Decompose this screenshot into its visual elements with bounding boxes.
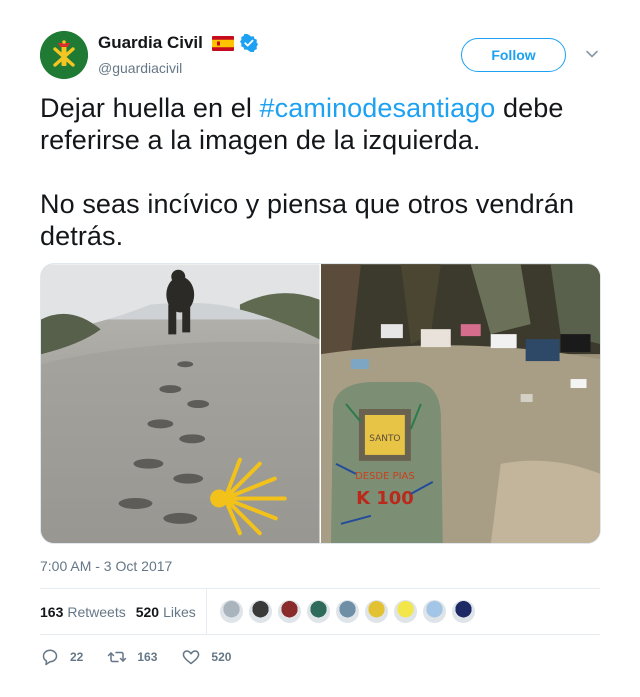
retweets-count: 163 [40, 603, 64, 620]
guardia-civil-avatar[interactable] [40, 31, 88, 79]
tweet-actions: 22 163 520 [40, 646, 255, 668]
follow-button[interactable]: Follow [461, 38, 566, 72]
retweet-action[interactable]: 163 [107, 647, 157, 667]
reply-action[interactable]: 22 [40, 647, 83, 667]
liker-avatar[interactable] [218, 599, 244, 624]
display-name[interactable]: Guardia Civil [98, 33, 203, 53]
liker-avatar[interactable] [276, 599, 302, 624]
tweet-text: Dejar huella en el #caminodesantiago deb… [40, 92, 600, 252]
tweet-paragraph-1: Dejar huella en el #caminodesantiago deb… [40, 92, 600, 156]
hashtag-link[interactable]: #caminodesantiago [260, 93, 496, 123]
liker-avatar[interactable] [363, 599, 389, 624]
tweet-media[interactable]: SANTO DESDE PIAS K 100 [40, 263, 601, 544]
liker-avatar[interactable] [334, 599, 360, 624]
retweets-label: Retweets [67, 603, 126, 620]
footprints-in-sand-image[interactable] [41, 264, 321, 544]
divider-bottom [40, 634, 600, 635]
svg-text:K 100: K 100 [356, 488, 414, 509]
retweet-icon [108, 651, 127, 663]
likes-count: 520 [135, 603, 160, 620]
littered-camino-marker-image[interactable]: SANTO DESDE PIAS K 100 [320, 264, 601, 544]
retweets-stat[interactable]: 163 Retweets [40, 604, 126, 620]
retweet-count: 163 [137, 650, 158, 664]
stats-separator [205, 589, 207, 634]
liker-avatar[interactable] [450, 599, 476, 624]
reply-icon [42, 649, 58, 666]
account-handle[interactable]: @guardiacivil [98, 60, 182, 76]
name-row: Guardia Civil [98, 33, 258, 53]
heart-icon [183, 650, 200, 665]
tweet-paragraph-2: No seas incívico y piensa que otros vend… [40, 189, 575, 251]
likes-label: Likes [163, 603, 196, 620]
likes-stat[interactable]: 520 Likes [136, 604, 196, 620]
liker-avatar[interactable] [392, 599, 418, 624]
reply-count: 22 [70, 650, 84, 664]
like-action[interactable]: 520 [181, 647, 231, 667]
verified-badge-icon [239, 33, 258, 53]
liker-avatar[interactable] [421, 599, 447, 624]
like-count: 520 [211, 650, 232, 664]
svg-text:SANTO: SANTO [369, 434, 400, 444]
svg-text:DESDE PIAS: DESDE PIAS [355, 471, 415, 482]
liker-avatar[interactable] [305, 599, 331, 624]
liker-avatars [218, 599, 480, 624]
tweet-header: Guardia Civil @guardiacivil Follow [40, 31, 600, 81]
tweet-text-start: Dejar huella en el [40, 93, 260, 123]
liker-avatar[interactable] [247, 599, 273, 624]
guardia-civil-emblem-icon [40, 31, 88, 79]
spain-flag-icon [211, 35, 234, 51]
tweet-stats: 163 Retweets 520 Likes [40, 589, 600, 634]
tweet-timestamp[interactable]: 7:00 AM - 3 Oct 2017 [40, 558, 172, 574]
chevron-down-icon[interactable] [585, 47, 599, 61]
